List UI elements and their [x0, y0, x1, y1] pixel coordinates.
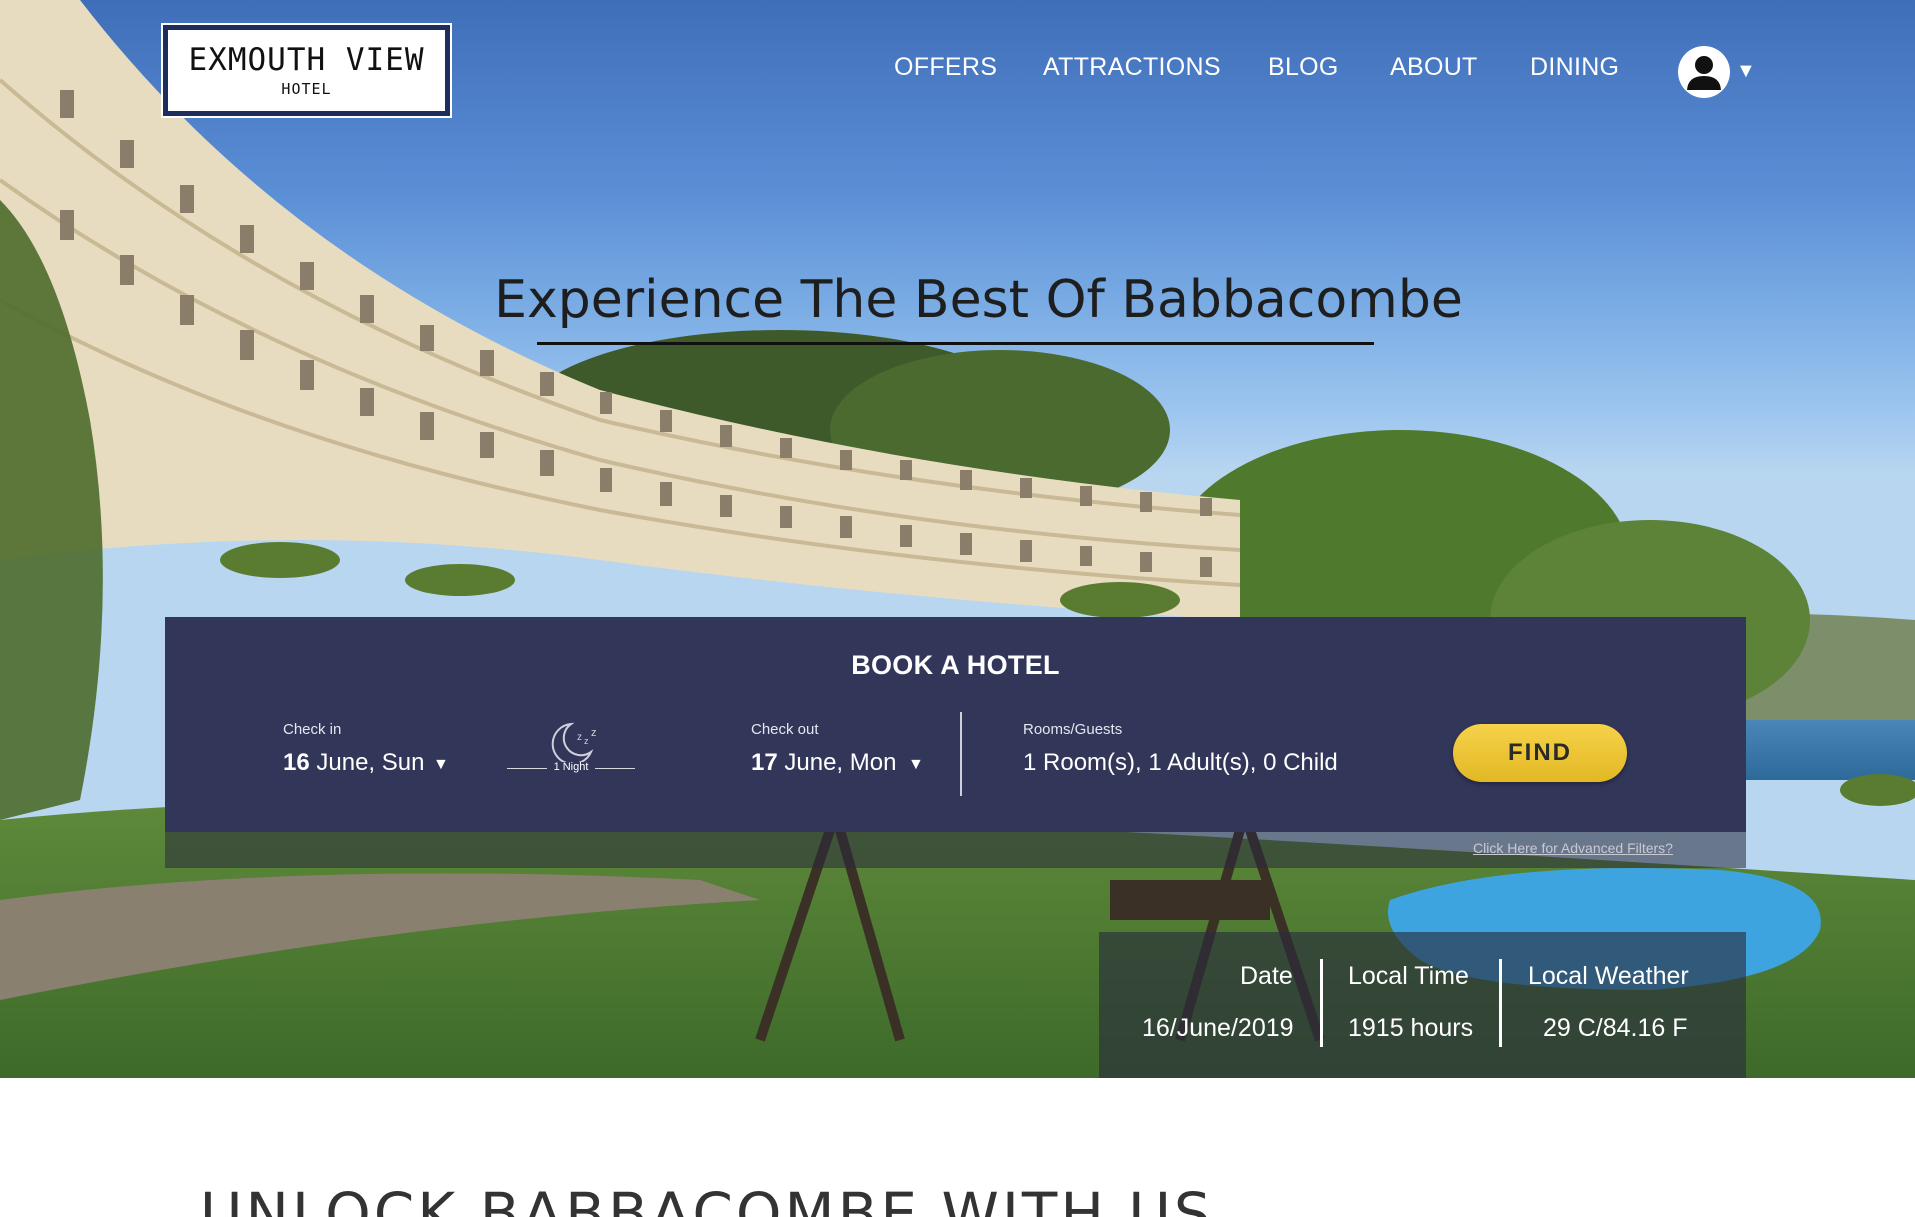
local-time-label: Local Time: [1348, 962, 1469, 990]
svg-text:z: z: [584, 736, 589, 746]
hotel-logo[interactable]: EXMOUTH VIEW HOTEL: [161, 23, 452, 118]
nav-about[interactable]: ABOUT: [1390, 53, 1478, 82]
local-time-value: 1915 hours: [1348, 1014, 1474, 1042]
checkin-label: Check in: [283, 721, 342, 738]
hero-headline: Experience The Best Of Babbacombe: [0, 270, 1915, 345]
date-label: Date: [1240, 962, 1293, 990]
checkout-day: 17: [751, 749, 778, 776]
svg-text:z: z: [591, 727, 597, 739]
checkin-rest: June, Sun: [309, 749, 425, 776]
advanced-filters-link[interactable]: Click Here for Advanced Filters?: [1473, 840, 1673, 856]
date-value: 16/June/2019: [1142, 1014, 1294, 1042]
logo-name: EXMOUTH VIEW: [188, 42, 425, 78]
nav-offers[interactable]: OFFERS: [894, 53, 997, 82]
nights-count: 1 Night: [553, 761, 589, 773]
find-button[interactable]: FIND: [1453, 724, 1627, 782]
booking-divider: [960, 712, 962, 796]
user-menu-caret-icon[interactable]: ▼: [1736, 60, 1756, 83]
local-weather-value: 29 C/84.16 F: [1543, 1014, 1688, 1042]
nav-blog[interactable]: BLOG: [1268, 53, 1339, 82]
hero-photo: [0, 0, 1915, 1078]
rooms-guests-selector[interactable]: 1 Room(s), 1 Adult(s), 0 Child: [1023, 749, 1338, 777]
local-weather-label: Local Weather: [1528, 962, 1689, 990]
checkout-date[interactable]: 17 June, Mon: [751, 749, 896, 777]
rooms-label: Rooms/Guests: [1023, 721, 1123, 738]
nav-attractions[interactable]: ATTRACTIONS: [1043, 53, 1221, 82]
hero-title: Experience The Best Of Babbacombe: [494, 270, 1463, 330]
info-separator-2: [1499, 959, 1502, 1047]
moon-sleep-icon: z z z: [551, 722, 597, 765]
nav-dining[interactable]: DINING: [1530, 53, 1619, 82]
hero-banner: EXMOUTH VIEW HOTEL OFFERS ATTRACTIONS BL…: [0, 0, 1915, 1078]
checkout-rest: June, Mon: [777, 749, 897, 776]
local-info-box: Date 16/June/2019 Local Time 1915 hours …: [1099, 932, 1746, 1078]
user-avatar-icon[interactable]: [1678, 46, 1730, 98]
nights-indicator: z z z 1 Night: [507, 718, 635, 778]
booking-panel: BOOK A HOTEL Check in 16 June, Sun ▼ z z…: [165, 617, 1746, 832]
checkin-day: 16: [283, 749, 310, 776]
info-separator-1: [1320, 959, 1323, 1047]
checkout-dropdown-icon[interactable]: ▼: [908, 756, 924, 774]
headline-underline: [537, 342, 1374, 345]
svg-text:z: z: [577, 732, 582, 743]
checkout-label: Check out: [751, 721, 819, 738]
checkin-dropdown-icon[interactable]: ▼: [433, 756, 449, 774]
checkin-date[interactable]: 16 June, Sun: [283, 749, 424, 777]
booking-title: BOOK A HOTEL: [851, 650, 1060, 680]
section-title: UNLOCK BABBACOMBE WITH US: [200, 1180, 1214, 1217]
logo-subtitle: HOTEL: [281, 80, 332, 98]
